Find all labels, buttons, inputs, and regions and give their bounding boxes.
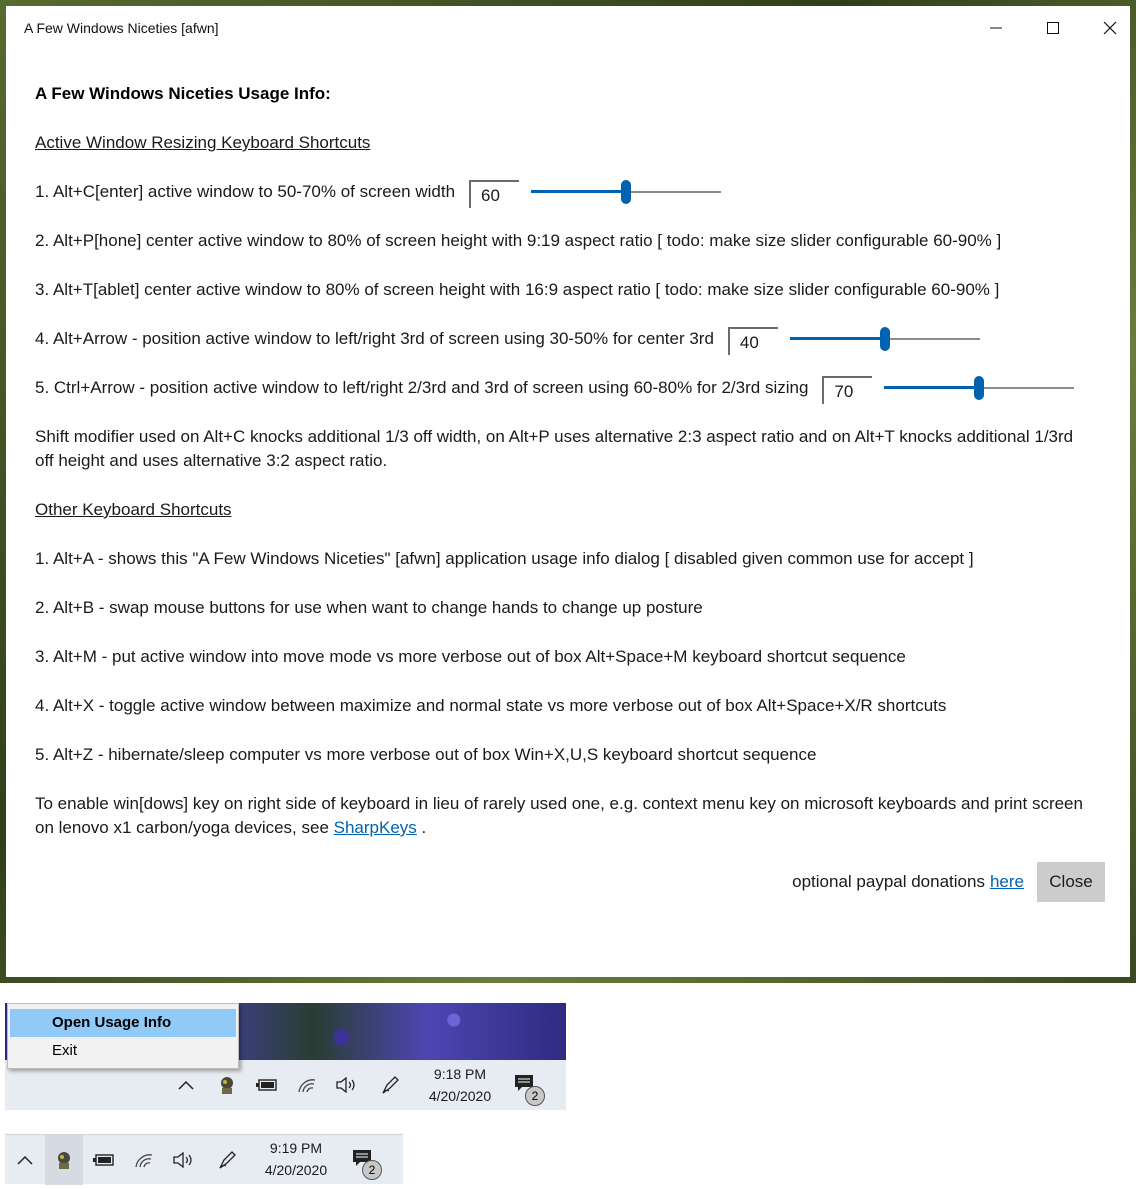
shortcut-row-alt-arrow: 4. Alt+Arrow - position active window to…	[35, 327, 1125, 355]
ctrl-arrow-sizing-slider[interactable]	[884, 376, 1075, 400]
notification-count-badge: 2	[525, 1086, 545, 1106]
close-icon	[1103, 21, 1116, 35]
close-button[interactable]: Close	[1037, 862, 1105, 902]
battery-icon[interactable]	[89, 1145, 119, 1175]
alt-b-description: 2. Alt+B - swap mouse buttons for use wh…	[35, 598, 703, 617]
clock-date: 4/20/2020	[264, 1162, 328, 1178]
chevron-up-icon[interactable]	[10, 1145, 40, 1175]
clock-time: 9:19 PM	[269, 1140, 323, 1156]
window-close-button[interactable]	[1081, 6, 1138, 50]
alt-p-description: 2. Alt+P[hone] center active window to 8…	[35, 231, 1002, 250]
alt-arrow-description: 4. Alt+Arrow - position active window to…	[35, 329, 714, 348]
shift-modifier-note: Shift modifier used on Alt+C knocks addi…	[35, 425, 1125, 473]
maximize-button[interactable]	[1024, 6, 1081, 50]
alt-c-description: 1. Alt+C[enter] active window to 50-70% …	[35, 182, 456, 201]
alt-m-description: 3. Alt+M - put active window into move m…	[35, 647, 906, 666]
wifi-icon[interactable]	[292, 1070, 322, 1100]
slider-thumb[interactable]	[621, 180, 632, 204]
maximize-icon	[1046, 22, 1059, 34]
slider-thumb[interactable]	[879, 327, 890, 351]
chevron-up-icon[interactable]	[171, 1070, 201, 1100]
title-bar[interactable]: A Few Windows Niceties [afwn]	[6, 6, 1130, 50]
notification-count-badge: 2	[362, 1160, 382, 1180]
taskbar-with-tray-menu: 9:18 PM 4/20/2020 2 Open Usage Info Exit	[5, 1003, 566, 1110]
dialog-footer: optional paypal donations here Close	[35, 862, 1105, 902]
slider-thumb[interactable]	[974, 376, 985, 400]
shift-note-line: off height and uses alternative 3:2 aspe…	[35, 451, 388, 470]
winkey-note-suffix: .	[416, 818, 427, 837]
winkey-note-line: on lenovo x1 carbon/yoga devices, see	[35, 818, 334, 837]
clock-date: 4/20/2020	[428, 1088, 492, 1104]
alt-x-description: 4. Alt+X - toggle active window between …	[35, 696, 947, 715]
alt-a-description: 1. Alt+A - shows this "A Few Windows Nic…	[35, 549, 974, 568]
wifi-icon[interactable]	[129, 1145, 159, 1175]
ctrl-arrow-value-box[interactable]: 70	[822, 376, 873, 404]
battery-icon[interactable]	[252, 1070, 282, 1100]
volume-icon[interactable]	[332, 1070, 362, 1100]
pen-icon[interactable]	[212, 1145, 242, 1175]
winkey-note-line: To enable win[dows] key on right side of…	[35, 794, 1083, 813]
app-tray-icon[interactable]	[212, 1070, 242, 1100]
alt-z-description: 5. Alt+Z - hibernate/sleep computer vs m…	[35, 745, 817, 764]
donation-link[interactable]: here	[990, 870, 1024, 894]
donation-text: optional paypal donations	[792, 872, 985, 891]
slider-fill	[789, 337, 885, 340]
minimize-icon	[989, 27, 1002, 29]
clock-time: 9:18 PM	[433, 1066, 487, 1082]
app-tray-icon[interactable]	[49, 1145, 79, 1175]
taskbar-tray: 9:19 PM 4/20/2020 2	[5, 1134, 403, 1185]
slider-fill	[884, 386, 980, 389]
usage-content: A Few Windows Niceties Usage Info: Activ…	[35, 76, 1125, 902]
shortcut-row-alt-c: 1. Alt+C[enter] active window to 50-70% …	[35, 180, 1125, 208]
menu-item-open-usage-info[interactable]: Open Usage Info	[10, 1009, 236, 1037]
pen-icon[interactable]	[375, 1070, 405, 1100]
clock[interactable]: 9:19 PM 4/20/2020	[248, 1137, 344, 1181]
minimize-button[interactable]	[967, 6, 1024, 50]
alt-arrow-value-box[interactable]: 40	[727, 327, 778, 355]
shift-note-line: Shift modifier used on Alt+C knocks addi…	[35, 427, 1074, 446]
slider-fill	[531, 190, 627, 193]
clock[interactable]: 9:18 PM 4/20/2020	[412, 1063, 508, 1107]
other-section-title: Other Keyboard Shortcuts	[35, 500, 232, 519]
menu-item-exit[interactable]: Exit	[10, 1037, 236, 1065]
tray-context-menu: Open Usage Info Exit	[7, 1003, 239, 1069]
usage-heading: A Few Windows Niceties Usage Info:	[35, 84, 331, 103]
winkey-note: To enable win[dows] key on right side of…	[35, 792, 1125, 840]
usage-info-window: A Few Windows Niceties [afwn] A Few Wind…	[0, 0, 1136, 983]
sharpkeys-link[interactable]: SharpKeys	[334, 818, 417, 837]
volume-icon[interactable]	[169, 1145, 199, 1175]
alt-c-value-box[interactable]: 60	[469, 180, 520, 208]
window-title: A Few Windows Niceties [afwn]	[24, 20, 219, 36]
alt-arrow-center-slider[interactable]	[789, 327, 980, 351]
shortcut-row-ctrl-arrow: 5. Ctrl+Arrow - position active window t…	[35, 376, 1125, 404]
alt-c-width-slider[interactable]	[531, 180, 722, 204]
resizing-section-title: Active Window Resizing Keyboard Shortcut…	[35, 133, 371, 152]
alt-t-description: 3. Alt+T[ablet] center active window to …	[35, 280, 1000, 299]
ctrl-arrow-description: 5. Ctrl+Arrow - position active window t…	[35, 378, 809, 397]
